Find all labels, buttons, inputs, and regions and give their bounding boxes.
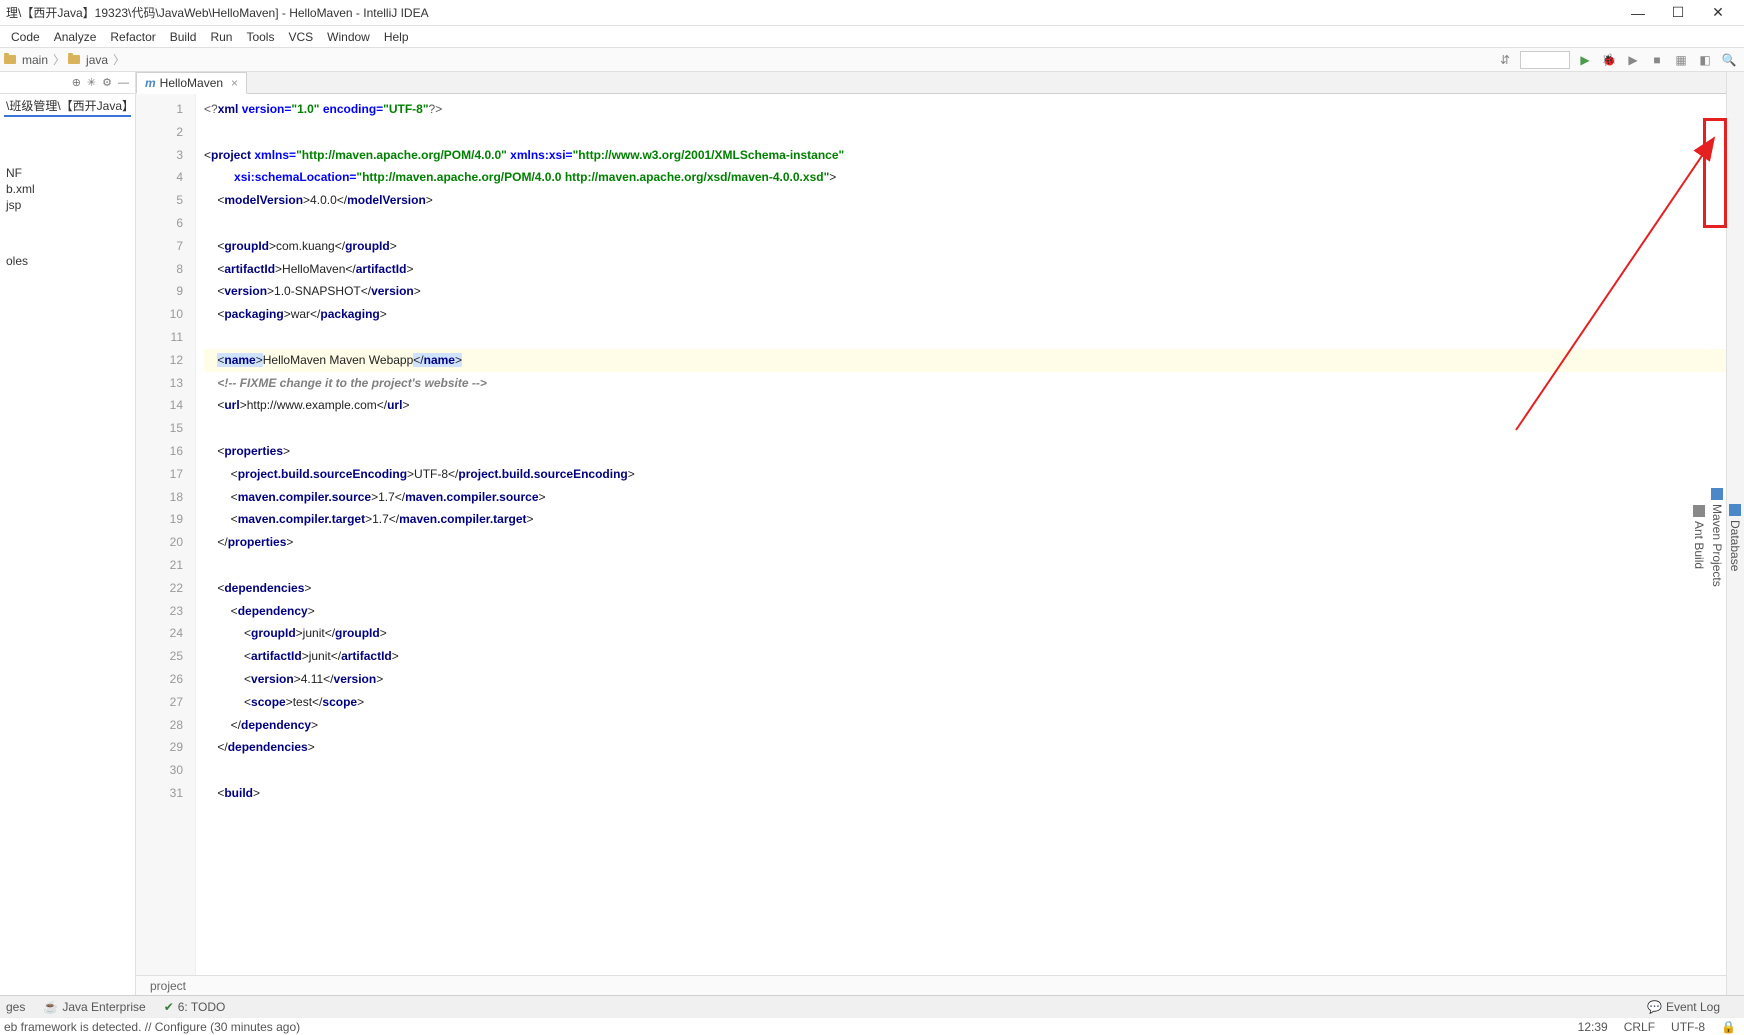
- line-ending[interactable]: CRLF: [1616, 1020, 1663, 1034]
- breadcrumb[interactable]: main 〉 java 〉: [0, 51, 1496, 68]
- framework-message[interactable]: eb framework is detected. // Configure (…: [4, 1020, 300, 1034]
- menu-code[interactable]: Code: [4, 30, 47, 44]
- cursor-position[interactable]: 12:39: [1570, 1020, 1616, 1034]
- layout-icon[interactable]: ▦: [1672, 51, 1690, 69]
- structure-breadcrumb[interactable]: project: [136, 975, 1726, 995]
- tree-item[interactable]: b.xml: [4, 181, 131, 197]
- right-tool-bar: Database mMaven Projects Ant Build: [1726, 72, 1744, 995]
- status-todo[interactable]: ✔6: TODO: [164, 1000, 226, 1014]
- chevron-right-icon: 〉: [50, 51, 68, 68]
- toolbar-right: ⇵ ▶ 🐞 ▶ ■ ▦ ◧ 🔍: [1496, 51, 1744, 69]
- gear-icon[interactable]: ⚙: [102, 76, 112, 89]
- tab-hellomaven[interactable]: m HelloMaven ×: [136, 72, 247, 94]
- menu-window[interactable]: Window: [320, 30, 377, 44]
- sidebar-toolbar: ⊕ ✳ ⚙ —: [0, 72, 135, 94]
- collapse-icon[interactable]: ✳: [87, 76, 96, 89]
- breadcrumb-java[interactable]: java: [84, 53, 110, 67]
- lock-icon[interactable]: 🔒: [1713, 1020, 1744, 1034]
- tree-item[interactable]: jsp: [4, 197, 131, 213]
- maximize-button[interactable]: ☐: [1658, 4, 1698, 21]
- run-icon[interactable]: ▶: [1576, 51, 1594, 69]
- tree-root[interactable]: \班级管理\【西开Java】19323: [4, 96, 131, 115]
- tree-item[interactable]: oles: [4, 253, 131, 269]
- folder-icon: [4, 55, 16, 64]
- menu-vcs[interactable]: VCS: [281, 30, 320, 44]
- search-icon[interactable]: 🔍: [1720, 51, 1738, 69]
- breadcrumb-main[interactable]: main: [20, 53, 50, 67]
- menu-help[interactable]: Help: [377, 30, 416, 44]
- menu-build[interactable]: Build: [163, 30, 204, 44]
- status-event-log[interactable]: 💬Event Log: [1647, 1000, 1720, 1014]
- coverage-icon[interactable]: ▶: [1624, 51, 1642, 69]
- run-config-dropdown[interactable]: [1520, 51, 1570, 69]
- encoding[interactable]: UTF-8: [1663, 1020, 1713, 1034]
- code-editor[interactable]: 1234567891011121314151617181920212223242…: [136, 94, 1726, 975]
- project-tree[interactable]: \班级管理\【西开Java】19323 NF b.xml jsp oles: [0, 94, 135, 271]
- menu-run[interactable]: Run: [203, 30, 239, 44]
- nav-row: main 〉 java 〉 ⇵ ▶ 🐞 ▶ ■ ▦ ◧ 🔍: [0, 48, 1744, 72]
- tab-label: HelloMaven: [160, 76, 223, 90]
- chevron-right-icon: 〉: [110, 51, 128, 68]
- hide-icon[interactable]: —: [118, 77, 129, 89]
- project-sidebar[interactable]: ⊕ ✳ ⚙ — \班级管理\【西开Java】19323 NF b.xml jsp…: [0, 72, 136, 995]
- sidebar-database[interactable]: Database: [1726, 498, 1744, 577]
- status-bar: ges ☕Java Enterprise ✔6: TODO 💬Event Log: [0, 995, 1744, 1017]
- editor-area: m HelloMaven × 1234567891011121314151617…: [136, 72, 1726, 995]
- minimize-button[interactable]: —: [1618, 5, 1658, 21]
- debug-icon[interactable]: 🐞: [1600, 51, 1618, 69]
- main: ⊕ ✳ ⚙ — \班级管理\【西开Java】19323 NF b.xml jsp…: [0, 72, 1744, 995]
- stop-icon[interactable]: ■: [1648, 51, 1666, 69]
- menu-refactor[interactable]: Refactor: [103, 30, 162, 44]
- target-icon[interactable]: ⊕: [72, 76, 81, 89]
- close-button[interactable]: ✕: [1698, 4, 1738, 21]
- menu-tools[interactable]: Tools: [239, 30, 281, 44]
- annotation-highlight: [1703, 118, 1727, 228]
- window-title: 理\【西开Java】19323\代码\JavaWeb\HelloMaven] -…: [6, 4, 1618, 21]
- maven-icon: m: [145, 76, 156, 90]
- tree-item[interactable]: NF: [4, 165, 131, 181]
- code-content[interactable]: <?xml version="1.0" encoding="UTF-8"?> <…: [196, 94, 1726, 975]
- editor-tabs: m HelloMaven ×: [136, 72, 1726, 94]
- settings-icon[interactable]: ◧: [1696, 51, 1714, 69]
- titlebar: 理\【西开Java】19323\代码\JavaWeb\HelloMaven] -…: [0, 0, 1744, 26]
- info-bar: eb framework is detected. // Configure (…: [0, 1017, 1744, 1035]
- build-icon[interactable]: ⇵: [1496, 51, 1514, 69]
- menubar: Code Analyze Refactor Build Run Tools VC…: [0, 26, 1744, 48]
- status-messages[interactable]: ges: [6, 1000, 25, 1014]
- folder-icon: [68, 55, 80, 64]
- close-icon[interactable]: ×: [231, 76, 238, 90]
- menu-analyze[interactable]: Analyze: [47, 30, 104, 44]
- status-java-enterprise[interactable]: ☕Java Enterprise: [43, 1000, 145, 1014]
- gutter: 1234567891011121314151617181920212223242…: [136, 94, 196, 975]
